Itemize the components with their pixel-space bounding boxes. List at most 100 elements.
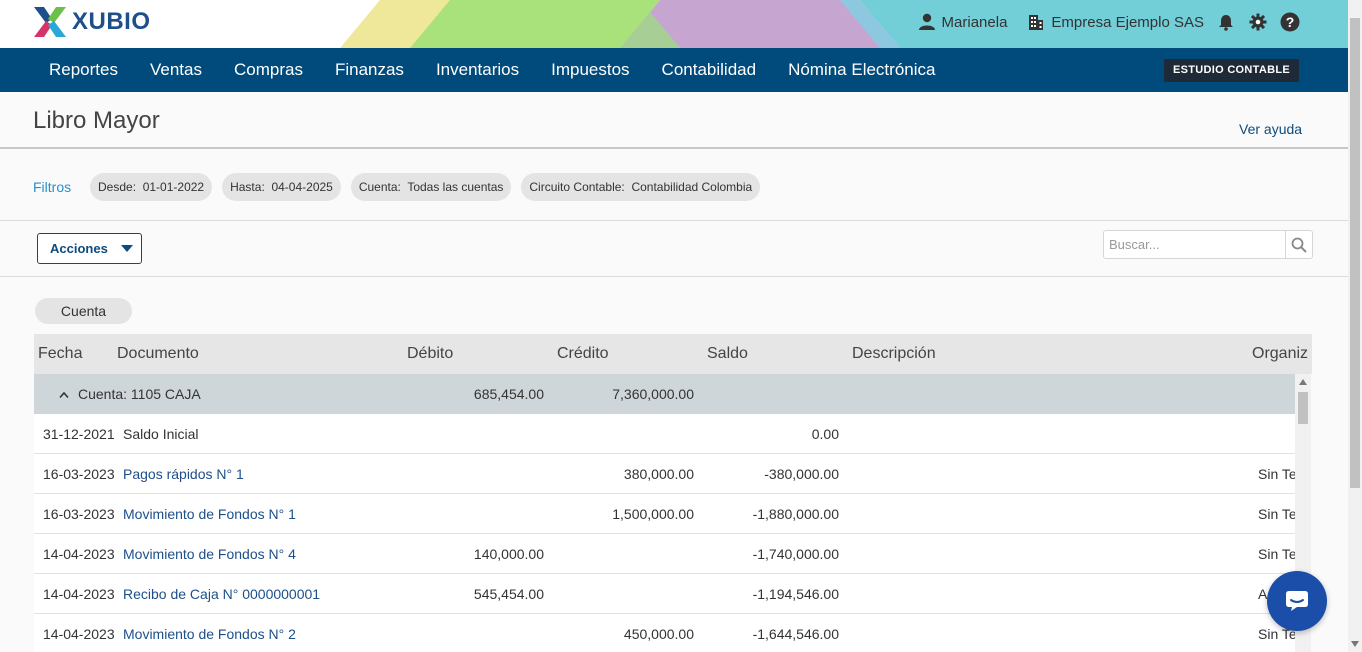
main-nav: Reportes Ventas Compras Finanzas Inventa…	[0, 48, 1348, 92]
cell-saldo: -1,194,546.00	[752, 586, 839, 602]
search-icon	[1291, 237, 1307, 253]
filter-chip-value: Contabilidad Colombia	[631, 180, 753, 194]
column-header-saldo[interactable]: Saldo	[707, 334, 748, 374]
chat-support-button[interactable]	[1267, 571, 1327, 631]
cell-documento: Saldo Inicial	[123, 426, 199, 442]
filter-chip-circuito-contable[interactable]: Circuito Contable: Contabilidad Colombia	[521, 173, 761, 201]
table-row[interactable]: 16-03-2023 Movimiento de Fondos N° 1 1,5…	[34, 494, 1295, 534]
cell-documento-link[interactable]: Pagos rápidos N° 1	[123, 454, 244, 494]
search-button[interactable]	[1285, 231, 1312, 258]
group-debito: 685,454.00	[473, 386, 544, 402]
table-row[interactable]: 16-03-2023 Pagos rápidos N° 1 380,000.00…	[34, 454, 1295, 494]
cell-fecha: 14-04-2023	[43, 546, 115, 562]
cell-organizacion: Sin Te	[1258, 546, 1295, 562]
column-header-organizacion[interactable]: Organiz	[1252, 334, 1310, 374]
cell-fecha: 14-04-2023	[43, 626, 115, 642]
group-label: Cuenta: 1105 CAJA	[78, 386, 201, 402]
filter-chip-hasta[interactable]: Hasta: 04-04-2025	[222, 173, 341, 201]
filters-bar: Filtros Desde: 01-01-2022 Hasta: 04-04-2…	[0, 150, 1348, 221]
group-row-cuenta[interactable]: Cuenta: 1105 CAJA 685,454.00 7,360,000.0…	[34, 374, 1295, 414]
company-selector[interactable]: Empresa Ejemplo SAS	[1027, 13, 1204, 31]
svg-text:?: ?	[1286, 14, 1295, 30]
caret-down-icon	[121, 245, 133, 252]
nav-contabilidad[interactable]: Contabilidad	[646, 48, 773, 92]
filter-chip-cuenta[interactable]: Cuenta: Todas las cuentas	[350, 173, 512, 201]
table-row[interactable]: 14-04-2023 Movimiento de Fondos N° 2 450…	[34, 614, 1295, 652]
cell-documento-link[interactable]: Recibo de Caja N° 0000000001	[123, 574, 320, 614]
filter-chip-value: Todas las cuentas	[407, 180, 504, 194]
cell-credito: 380,000.00	[623, 466, 694, 482]
building-icon	[1029, 15, 1044, 30]
column-header-credito[interactable]: Crédito	[557, 334, 609, 374]
cell-debito: 140,000.00	[473, 546, 544, 562]
search-input[interactable]	[1104, 231, 1285, 258]
cell-saldo: -1,880,000.00	[752, 506, 839, 522]
group-by-cuenta-chip[interactable]: Cuenta	[35, 298, 132, 324]
user-menu[interactable]: Marianela	[918, 13, 1008, 31]
company-name: Empresa Ejemplo SAS	[1051, 13, 1204, 31]
table-header: Fecha Documento Débito Crédito Saldo Des…	[34, 334, 1312, 374]
nav-reportes[interactable]: Reportes	[33, 48, 134, 92]
filter-chip-value: 01-01-2022	[142, 180, 205, 194]
column-header-documento[interactable]: Documento	[117, 334, 199, 374]
cell-documento-link[interactable]: Movimiento de Fondos N° 4	[123, 534, 296, 574]
actions-row: Acciones	[0, 221, 1348, 277]
user-name: Marianela	[941, 13, 1008, 31]
page-title: Libro Mayor	[33, 107, 160, 134]
filters-label[interactable]: Filtros	[33, 179, 71, 195]
filter-chip-desde[interactable]: Desde: 01-01-2022	[90, 173, 213, 201]
page-scroll-down-arrow-icon[interactable]	[1348, 638, 1362, 650]
filter-chip-value: 04-04-2025	[271, 180, 333, 194]
nav-nomina-electronica[interactable]: Nómina Electrónica	[772, 48, 951, 92]
help-link[interactable]: Ver ayuda	[1239, 121, 1302, 137]
column-header-fecha[interactable]: Fecha	[38, 334, 82, 374]
gear-icon[interactable]	[1248, 12, 1268, 32]
notifications-bell-icon[interactable]	[1216, 12, 1236, 32]
page-scrollbar[interactable]	[1348, 0, 1362, 652]
column-header-descripcion[interactable]: Descripción	[852, 334, 936, 374]
table-row[interactable]: 14-04-2023 Movimiento de Fondos N° 4 140…	[34, 534, 1295, 574]
cell-documento-link[interactable]: Movimiento de Fondos N° 2	[123, 614, 296, 652]
search-box	[1103, 230, 1313, 259]
xubio-logo[interactable]: XUBIO	[32, 5, 151, 39]
page-header: Libro Mayor Ver ayuda	[0, 92, 1348, 149]
cell-documento-link[interactable]: Movimiento de Fondos N° 1	[123, 494, 296, 534]
table-row[interactable]: 31-12-2021 Saldo Inicial 0.00	[34, 414, 1295, 454]
cell-debito: 545,454.00	[473, 586, 544, 602]
cell-fecha: 31-12-2021	[43, 426, 115, 442]
filter-chip-name: Hasta:	[230, 180, 265, 194]
nav-impuestos[interactable]: Impuestos	[535, 48, 645, 92]
group-credito: 7,360,000.00	[612, 386, 694, 402]
top-header: XUBIO Marianela Empresa Ejemplo SAS ?	[0, 0, 1348, 48]
cell-credito: 1,500,000.00	[612, 506, 694, 522]
cell-credito: 450,000.00	[623, 626, 694, 642]
cell-fecha: 14-04-2023	[43, 586, 115, 602]
table-scrollbar-thumb[interactable]	[1298, 392, 1308, 424]
table-row[interactable]: 14-04-2023 Recibo de Caja N° 0000000001 …	[34, 574, 1295, 614]
cell-organizacion: Sin Te	[1258, 466, 1295, 482]
nav-finanzas[interactable]: Finanzas	[319, 48, 420, 92]
cell-organizacion: Sin Te	[1258, 506, 1295, 522]
help-icon[interactable]: ?	[1280, 12, 1300, 32]
chevron-up-icon[interactable]	[59, 374, 69, 414]
user-icon	[918, 13, 935, 30]
cell-fecha: 16-03-2023	[43, 506, 115, 522]
cell-saldo: -1,644,546.00	[752, 626, 839, 642]
filter-chip-name: Cuenta:	[358, 180, 401, 194]
xubio-logo-mark	[34, 7, 66, 37]
acciones-dropdown-button[interactable]: Acciones	[37, 233, 142, 264]
nav-inventarios[interactable]: Inventarios	[420, 48, 535, 92]
nav-compras[interactable]: Compras	[218, 48, 319, 92]
chat-bubble-icon	[1286, 591, 1308, 611]
cell-saldo: -1,740,000.00	[752, 546, 839, 562]
estudio-contable-button[interactable]: ESTUDIO CONTABLE	[1164, 59, 1299, 82]
cell-saldo: -380,000.00	[764, 466, 839, 482]
page-scrollbar-thumb[interactable]	[1350, 18, 1360, 488]
brand-name: XUBIO	[72, 8, 151, 35]
column-header-debito[interactable]: Débito	[407, 334, 453, 374]
cell-saldo: 0.00	[811, 426, 839, 442]
filter-chip-name: Desde:	[98, 180, 137, 194]
nav-ventas[interactable]: Ventas	[134, 48, 218, 92]
cell-fecha: 16-03-2023	[43, 466, 115, 482]
scroll-up-arrow-icon[interactable]	[1295, 376, 1311, 390]
